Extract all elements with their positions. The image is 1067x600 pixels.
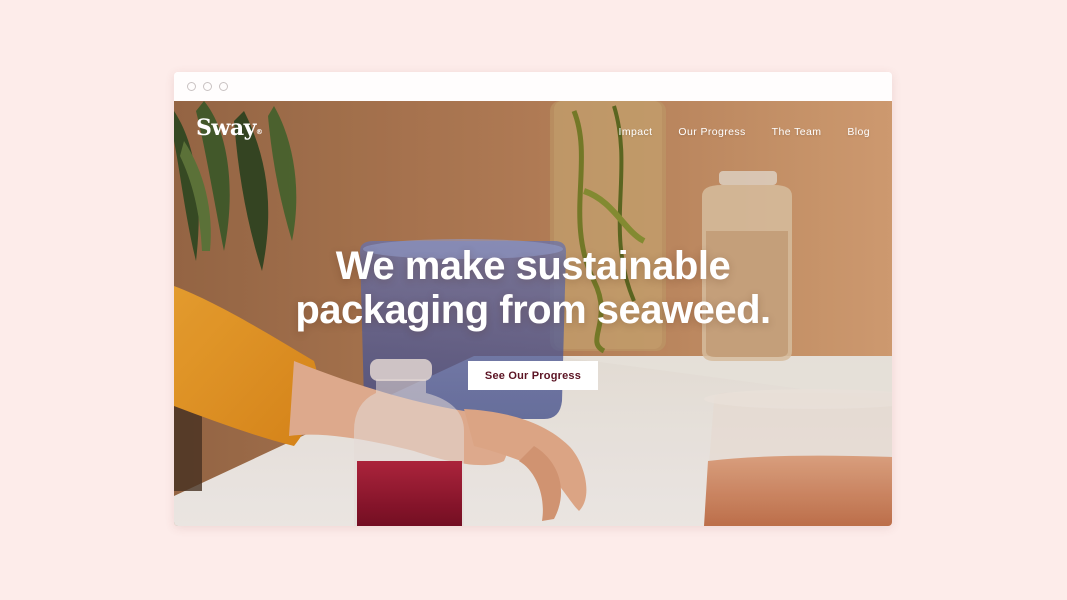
hero-headline: We make sustainable packaging from seawe…: [174, 244, 892, 332]
main-nav: Impact Our Progress The Team Blog: [619, 126, 871, 138]
hero-section: Sway® Impact Our Progress The Team Blog …: [174, 101, 892, 526]
hero-headline-line-1: We make sustainable: [335, 244, 731, 288]
browser-window: Sway® Impact Our Progress The Team Blog …: [174, 72, 892, 526]
window-close-dot-icon[interactable]: [187, 82, 196, 91]
hero-headline-line-2: packaging from seaweed.: [295, 288, 771, 332]
window-minimize-dot-icon[interactable]: [203, 82, 212, 91]
registered-mark: ®: [255, 128, 263, 136]
nav-item-our-progress[interactable]: Our Progress: [678, 126, 745, 138]
see-our-progress-button[interactable]: See Our Progress: [468, 361, 598, 390]
nav-item-impact[interactable]: Impact: [619, 126, 653, 138]
sway-logo[interactable]: Sway®: [196, 115, 263, 141]
browser-titlebar: [174, 72, 892, 101]
window-maximize-dot-icon[interactable]: [219, 82, 228, 91]
logo-text: Sway: [196, 115, 256, 141]
nav-item-blog[interactable]: Blog: [847, 126, 870, 138]
nav-item-the-team[interactable]: The Team: [772, 126, 822, 138]
